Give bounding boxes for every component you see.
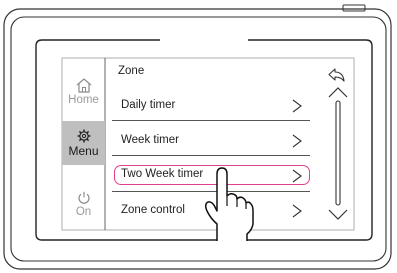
page-title: Zone [118, 65, 145, 77]
divider [112, 120, 310, 121]
home-icon [76, 78, 91, 93]
sidebar-item-home[interactable]: Home [62, 72, 105, 112]
sidebar-item-on[interactable]: On [62, 186, 105, 222]
back-arrow-icon[interactable] [327, 66, 347, 84]
scroll-thumb [335, 100, 341, 206]
chevron-right-icon [292, 169, 302, 183]
menu-item-label: Week timer [121, 134, 179, 146]
chevron-right-icon [292, 134, 302, 148]
chevron-down-icon [328, 209, 348, 220]
sidebar-item-label: Home [68, 94, 99, 106]
gear-icon [77, 129, 90, 142]
hand-pointer-icon [204, 167, 254, 241]
menu-item-week-timer[interactable]: Week timer [112, 130, 310, 154]
menu-item-daily-timer[interactable]: Daily timer [112, 95, 310, 119]
sidebar-item-menu[interactable]: Menu [62, 121, 105, 165]
divider [112, 155, 310, 156]
menu-item-label: Zone control [121, 204, 185, 216]
power-icon [77, 191, 90, 204]
chevron-up-icon [328, 87, 348, 98]
sidebar-item-label: Menu [68, 143, 99, 158]
scrollbar[interactable] [327, 84, 349, 224]
sidebar-item-label: On [75, 205, 92, 218]
menu-item-label: Daily timer [121, 99, 176, 111]
menu-item-label: Two Week timer [121, 168, 204, 180]
chevron-right-icon [292, 204, 302, 218]
chevron-right-icon [292, 99, 302, 113]
